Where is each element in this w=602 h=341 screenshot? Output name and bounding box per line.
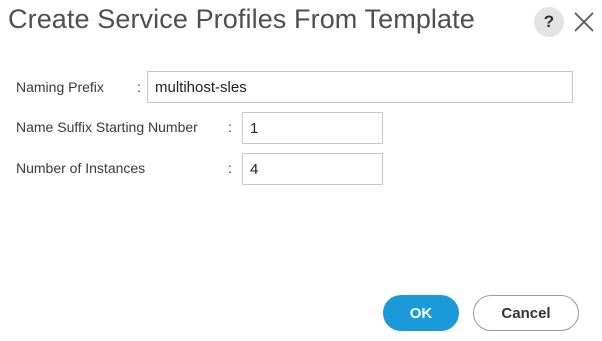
name-suffix-starting-number-input[interactable] [242,112,383,144]
name-suffix-colon: : [228,119,232,135]
name-suffix-starting-number-label: Name Suffix Starting Number [16,119,198,135]
dialog-title: Create Service Profiles From Template [8,4,475,34]
close-icon[interactable] [571,9,597,35]
close-x-glyph [574,12,594,32]
naming-prefix-colon: : [137,79,141,95]
number-of-instances-colon: : [228,160,232,176]
number-of-instances-label: Number of Instances [16,160,146,176]
help-glyph: ? [543,12,555,31]
naming-prefix-label: Naming Prefix [16,79,104,95]
number-of-instances-input[interactable] [242,153,383,185]
cancel-button[interactable]: Cancel [473,295,579,331]
question-mark-icon[interactable]: ? [534,7,564,37]
naming-prefix-input[interactable] [147,71,573,103]
create-service-profiles-dialog: Create Service Profiles From Template ? … [0,0,602,341]
ok-button[interactable]: OK [383,295,459,331]
